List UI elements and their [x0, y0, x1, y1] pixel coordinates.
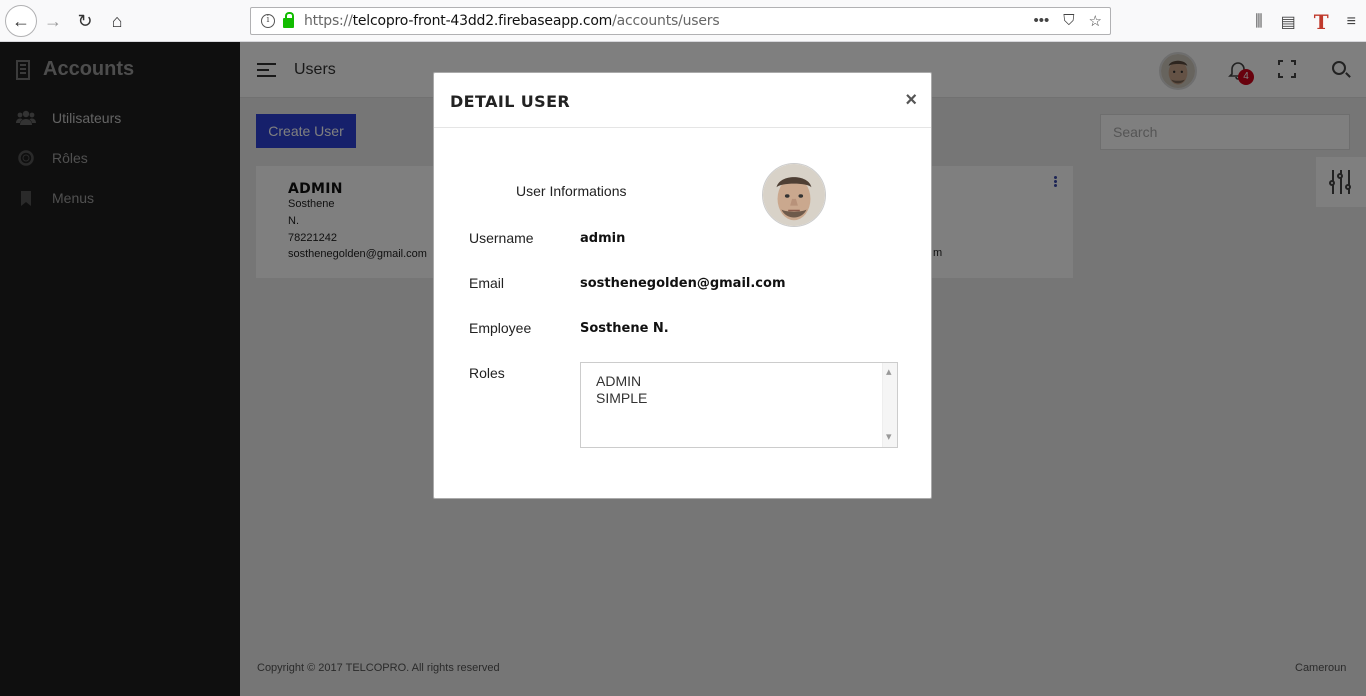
- roles-list[interactable]: ADMIN SIMPLE: [580, 362, 898, 448]
- roles-label: Roles: [469, 365, 505, 381]
- extension-t-icon[interactable]: T: [1314, 10, 1329, 34]
- roles-scrollbar[interactable]: [882, 363, 897, 447]
- employee-label: Employee: [469, 320, 532, 336]
- email-value: sosthenegolden@gmail.com: [580, 276, 786, 291]
- back-icon[interactable]: ←: [5, 5, 37, 37]
- username-value: admin: [580, 231, 626, 246]
- info-icon[interactable]: i: [261, 14, 275, 28]
- email-label: Email: [469, 275, 505, 291]
- username-label: Username: [469, 230, 534, 246]
- lock-icon: [283, 12, 294, 28]
- page-actions-icon[interactable]: •••: [1034, 12, 1050, 30]
- library-icon[interactable]: ⫼: [1255, 13, 1262, 31]
- close-icon[interactable]: ×: [905, 90, 917, 110]
- browser-toolbar: ← → ↻ ⌂ i https://telcopro-front-43dd2.f…: [0, 0, 1366, 42]
- role-item[interactable]: SIMPLE: [596, 390, 882, 407]
- url-prefix: https://: [304, 13, 353, 29]
- section-title: User Informations: [516, 183, 627, 199]
- forward-icon[interactable]: →: [38, 6, 68, 36]
- reload-icon[interactable]: ↻: [70, 6, 100, 36]
- url-text[interactable]: https://telcopro-front-43dd2.firebaseapp…: [304, 13, 720, 29]
- employee-value: Sosthene N.: [580, 321, 669, 336]
- url-host: telcopro-front-43dd2.firebaseapp.com: [352, 13, 613, 29]
- user-avatar: [762, 163, 826, 227]
- bookmark-star-icon[interactable]: ☆: [1089, 12, 1102, 30]
- url-path: /accounts/users: [612, 13, 720, 29]
- address-bar[interactable]: i https://telcopro-front-43dd2.firebasea…: [250, 7, 1111, 35]
- home-icon[interactable]: ⌂: [102, 6, 132, 36]
- pocket-icon[interactable]: ⛉: [1063, 12, 1074, 30]
- user-detail-modal: DETAIL USER × User Informations Username…: [433, 72, 932, 499]
- menu-icon[interactable]: ≡: [1347, 13, 1356, 31]
- modal-title: DETAIL USER: [450, 92, 571, 111]
- sidebar-toggle-icon[interactable]: ▤: [1281, 12, 1296, 32]
- role-item[interactable]: ADMIN: [596, 373, 882, 390]
- modal-header: DETAIL USER ×: [434, 73, 931, 128]
